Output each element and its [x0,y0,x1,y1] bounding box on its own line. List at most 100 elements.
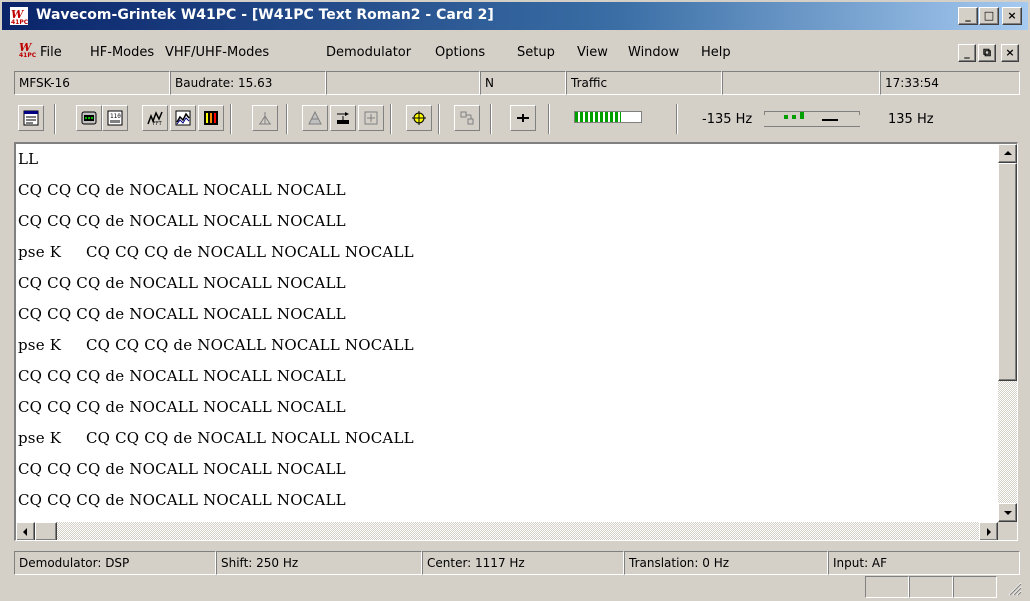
screen-button[interactable] [18,105,44,131]
menu-setup[interactable]: Setup [517,45,555,60]
close-button[interactable]: × [1002,7,1022,25]
vertical-scroll-thumb[interactable] [998,163,1017,381]
svg-text:41PC: 41PC [19,52,36,58]
app-window: W 41PC Wavecom-Grintek W41PC - [W41PC Te… [0,0,1030,601]
horizontal-scrollbar[interactable] [16,522,998,540]
toolbar-separator [390,104,392,134]
scroll-left-button[interactable] [16,522,35,540]
target-button[interactable] [406,105,432,131]
modem-button[interactable] [76,105,102,131]
status-field-6 [722,71,880,95]
tone-marker [800,112,804,119]
maximize-button[interactable]: □ [979,7,999,25]
toolbar-separator [676,104,678,134]
toolbar-separator [548,104,550,134]
freq-left-label: -135 Hz [702,112,753,127]
scroll-corner [998,522,1017,540]
waterfall-button[interactable] [170,105,196,131]
mdi-minimize-button[interactable]: _ [958,44,976,62]
toolbar-separator [490,104,492,134]
level-meter-fill [575,112,622,122]
fft-button[interactable]: FFT [142,105,168,131]
network-button[interactable] [454,105,480,131]
title-bar[interactable]: W 41PC Wavecom-Grintek W41PC - [W41PC Te… [2,2,1028,30]
bars-icon [204,111,218,125]
text-line: CQ CQ CQ de NOCALL NOCALL NOCALL [18,305,346,323]
tone-marker [784,115,788,119]
antenna-button[interactable] [252,105,278,131]
size-grip-icon[interactable] [1008,582,1022,596]
arrow-left-icon [23,528,27,536]
status-panel [909,576,953,598]
keyboard-icon: 110 [107,110,123,126]
mdi-restore-button[interactable]: ⧉ [978,44,996,62]
menu-vhf-uhf-modes[interactable]: VHF/UHF-Modes [165,45,269,60]
time-field: 17:33:54 [880,71,1020,95]
traffic-field: Traffic [566,71,722,95]
modem-icon [81,111,97,125]
mdi-close-button[interactable]: × [1001,44,1019,62]
demodulator-status: Demodulator: DSP [14,551,216,575]
status-field-3 [326,71,480,95]
toolbar-separator [438,104,440,134]
horizontal-scroll-thumb[interactable] [35,522,57,540]
fft-icon: FFT [147,111,163,126]
arrow-up-icon [1004,151,1012,155]
target-icon [412,111,426,125]
scroll-up-button[interactable] [998,144,1017,163]
text-line: CQ CQ CQ de NOCALL NOCALL NOCALL [18,212,346,230]
bars-button[interactable] [198,105,224,131]
tone-marker [792,115,796,119]
frame-button[interactable] [358,105,384,131]
menu-help[interactable]: Help [701,45,731,60]
network-icon [460,111,474,125]
received-text-area[interactable]: LL CQ CQ CQ de NOCALL NOCALL NOCALL CQ CQ … [14,142,1018,541]
text-line: pse K CQ CQ CQ de NOCALL NOCALL NOCALL [18,243,414,261]
keyboard-button[interactable]: 110 [102,105,128,131]
menu-hf-modes[interactable]: HF-Modes [90,45,154,60]
text-line: CQ CQ CQ de NOCALL NOCALL NOCALL [18,460,346,478]
text-line: CQ CQ CQ de NOCALL NOCALL NOCALL [18,491,346,509]
svg-text:FFT: FFT [153,121,163,126]
tuning-indicator[interactable] [762,106,862,132]
plus-minus-icon [517,114,529,122]
app-logo-icon[interactable]: W 41PC [10,7,28,25]
svg-text:110: 110 [110,113,121,120]
toolbar-separator [230,104,232,134]
minimize-button[interactable]: _ [958,7,978,25]
waterfall-icon [175,110,191,126]
text-line: LL [18,150,39,168]
shift-status: Shift: 250 Hz [216,551,422,575]
menu-window[interactable]: Window [628,45,679,60]
text-line: CQ CQ CQ de NOCALL NOCALL NOCALL [18,181,346,199]
menu-view[interactable]: View [577,45,608,60]
menu-options[interactable]: Options [435,45,485,60]
plus-minus-button[interactable] [510,105,536,131]
window-title: Wavecom-Grintek W41PC - [W41PC Text Roma… [36,7,494,23]
tuning-icon [337,112,349,124]
center-status: Center: 1117 Hz [422,551,624,575]
menu-file[interactable]: File [40,45,62,60]
tuning-button[interactable] [330,105,356,131]
baudrate-field: Baudrate: 15.63 [170,71,326,95]
input-status: Input: AF [828,551,1020,575]
menu-demodulator[interactable]: Demodulator [326,45,411,60]
text-line: pse K CQ CQ CQ de NOCALL NOCALL NOCALL [18,429,414,447]
vertical-scrollbar[interactable] [998,144,1017,522]
analyzer-icon [308,110,322,125]
level-meter [574,111,642,123]
document-icon[interactable]: W 41PC [18,40,36,58]
mode-field: MFSK-16 [14,71,170,95]
frame-icon [364,111,378,125]
polarity-field: N [480,71,566,95]
svg-text:41PC: 41PC [11,19,28,25]
menu-bar: W 41PC File HF-Modes VHF/UHF-Modes Demod… [2,31,1028,67]
analyzer-button[interactable] [302,105,328,131]
scroll-right-button[interactable] [979,522,998,540]
scroll-down-button[interactable] [998,503,1017,522]
text-line: CQ CQ CQ de NOCALL NOCALL NOCALL [18,274,346,292]
arrow-right-icon [987,528,991,536]
toolbar-separator [286,104,288,134]
text-line: CQ CQ CQ de NOCALL NOCALL NOCALL [18,367,346,385]
text-line: CQ CQ CQ de NOCALL NOCALL NOCALL [18,398,346,416]
